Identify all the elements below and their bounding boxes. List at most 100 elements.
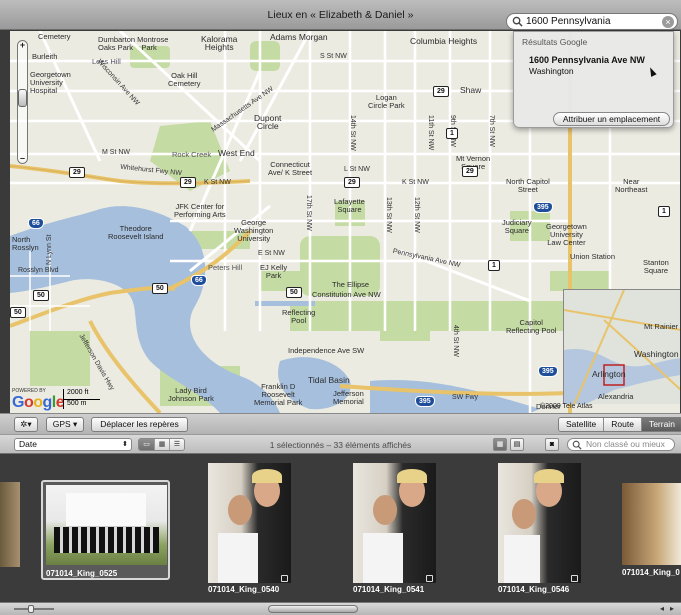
map-label: Adams Morgan	[270, 32, 328, 42]
browser-toolbar: Date ⬍ ▭ ▦ ☰ 1 sélectionnés – 33 élément…	[0, 434, 681, 454]
map-label: Judiciary Square	[502, 218, 532, 235]
assign-location-button[interactable]: Attribuer un emplacement	[553, 112, 670, 126]
map-label: Columbia Heights	[410, 36, 478, 46]
map-type-terrain[interactable]: Terrain	[640, 418, 681, 431]
scroll-left-icon[interactable]: ◂	[660, 604, 664, 613]
zoom-in-icon[interactable]: +	[18, 41, 27, 50]
map-type-road[interactable]: Route	[603, 418, 641, 431]
bottom-bar: ◂ ▸	[0, 602, 681, 615]
thumbnail-size-slider[interactable]	[14, 605, 54, 613]
overview-minimap[interactable]: Arlington Washington Alexandria Mt Raini…	[563, 289, 680, 404]
map-label: 14th St NW	[349, 115, 356, 151]
app-window: Lieux en « Elizabeth & Daniel » 1600 Pen…	[0, 0, 681, 615]
route-50-shield: 50	[33, 290, 49, 301]
map-label: Connecticut Ave/ K Street	[268, 160, 313, 177]
map-search-field[interactable]: 1600 Pennsylvania ×	[506, 13, 678, 30]
map-label: Theodore Roosevelt Island	[108, 224, 164, 241]
map-search-value[interactable]: 1600 Pennsylvania	[526, 16, 662, 27]
viewer-icon[interactable]: ◙	[545, 438, 559, 451]
map-label: Kalorama Heights	[201, 34, 238, 52]
map-toolbar: ✲▾ GPS ▾ Déplacer les repères Satellite …	[0, 413, 681, 434]
map-label: Tidal Basin	[308, 375, 350, 385]
photo-name: 071014_King_0	[622, 568, 680, 577]
split-layout-icon[interactable]: ▤	[510, 438, 524, 451]
map-label: Rock Creek	[172, 150, 212, 159]
map-label: L St NW	[344, 166, 370, 173]
map-label: Dumbarton Montrose Oaks Park Park	[98, 35, 169, 52]
zoom-slider[interactable]: + –	[17, 40, 28, 164]
search-icon	[572, 440, 582, 450]
map-label: Jefferson Memorial	[333, 389, 364, 406]
browser-layout-icon[interactable]: ▦	[493, 438, 507, 451]
photo-image[interactable]	[208, 463, 291, 583]
zoom-knob[interactable]	[18, 89, 27, 107]
map-label: Dupont Circle	[254, 113, 282, 131]
map-label: Near Northeast	[615, 177, 648, 194]
photo-thumbnail[interactable]: 071014_King_0546	[498, 463, 581, 594]
slider-knob[interactable]	[28, 605, 34, 613]
interstate-395-shield: 395	[533, 202, 553, 213]
map-label: M St NW	[102, 149, 130, 156]
photo-thumbnail[interactable]: 071014_King_0525	[41, 480, 170, 580]
map-label: SW Fwy	[452, 394, 479, 401]
map-type-satellite[interactable]: Satellite	[559, 418, 604, 431]
map-label: Shaw	[460, 85, 482, 95]
map-label: 11th St NW	[427, 115, 434, 151]
map-label: Logan Circle Park	[368, 93, 405, 110]
route-29-shield: 29	[180, 177, 196, 188]
interstate-66-shield: 66	[191, 275, 207, 286]
map-label: The Ellipse	[332, 280, 370, 289]
map-label: North Capitol Street	[506, 177, 550, 194]
photo-name: 071014_King_0546	[498, 585, 570, 594]
search-result-item[interactable]: 1600 Pennsylvania Ave NW Washington	[529, 55, 645, 76]
move-pins-button[interactable]: Déplacer les repères	[91, 417, 188, 432]
interstate-66-shield: 66	[28, 218, 44, 229]
scale-meters: 500 m	[67, 400, 87, 407]
route-29-shield: 29	[433, 86, 449, 97]
photo-name: 071014_King_0540	[208, 585, 280, 594]
map-label: Oak Hill Cemetery	[168, 71, 201, 88]
route-1-shield: 1	[658, 206, 670, 217]
map-label: E St NW	[258, 250, 285, 257]
map-label: George Washington University	[234, 218, 274, 243]
photo-thumbnail[interactable]: 071014_King_0541	[353, 463, 436, 594]
route-50-shield: 50	[152, 283, 168, 294]
result-title[interactable]: 1600 Pennsylvania Ave NW	[529, 55, 645, 65]
map-label: Georgetown University Hospital	[30, 70, 71, 95]
photo-thumbnail[interactable]: 071014_King_0	[622, 483, 681, 593]
map-label: K St NW	[204, 179, 231, 186]
photo-image[interactable]	[46, 485, 167, 565]
route-50-shield: 50	[10, 307, 26, 318]
photo-thumbnail[interactable]: 071014_King_0540	[208, 463, 291, 594]
route-1-shield: 1	[446, 128, 458, 139]
map-scale: 2000 ft 500 m	[63, 389, 101, 409]
clear-search-icon[interactable]: ×	[662, 15, 674, 28]
map-label: Lady Bird Johnson Park	[168, 386, 214, 403]
google-logo: Google	[12, 394, 65, 411]
map-label: Georgetown University Law Center	[546, 222, 587, 247]
route-29-shield: 29	[69, 167, 85, 178]
gear-icon: ✲▾	[20, 419, 32, 429]
action-gear-button[interactable]: ✲▾	[14, 417, 38, 432]
map-label: Peters Hill	[208, 263, 243, 272]
filter-placeholder: Non classé ou mieux	[586, 439, 665, 449]
photo-thumbnail[interactable]	[0, 482, 20, 567]
location-badge-icon	[426, 575, 433, 582]
map-label: Reflecting Pool	[282, 308, 316, 325]
map-label: Rosslyn Blvd	[18, 267, 59, 274]
gps-button[interactable]: GPS ▾	[46, 417, 84, 432]
map-label: North Rosslyn	[12, 235, 39, 252]
map-type-selector[interactable]: Satellite Route Terrain	[558, 417, 681, 432]
map-label: Lafayette Square	[334, 197, 365, 214]
map-label: West End	[218, 148, 255, 158]
results-header: Résultats Google	[522, 37, 588, 47]
photo-image[interactable]	[498, 463, 581, 583]
photo-image[interactable]	[353, 463, 436, 583]
map-label: S St NW	[320, 53, 347, 60]
photo-image[interactable]	[622, 483, 681, 565]
zoom-out-icon[interactable]: –	[18, 154, 27, 163]
photo-browser[interactable]: 071014_King_0525 071014_King_0540 071014…	[0, 455, 681, 602]
filter-search-field[interactable]: Non classé ou mieux	[567, 438, 675, 451]
horizontal-scrollbar[interactable]	[268, 605, 358, 613]
scroll-right-icon[interactable]: ▸	[670, 604, 674, 613]
